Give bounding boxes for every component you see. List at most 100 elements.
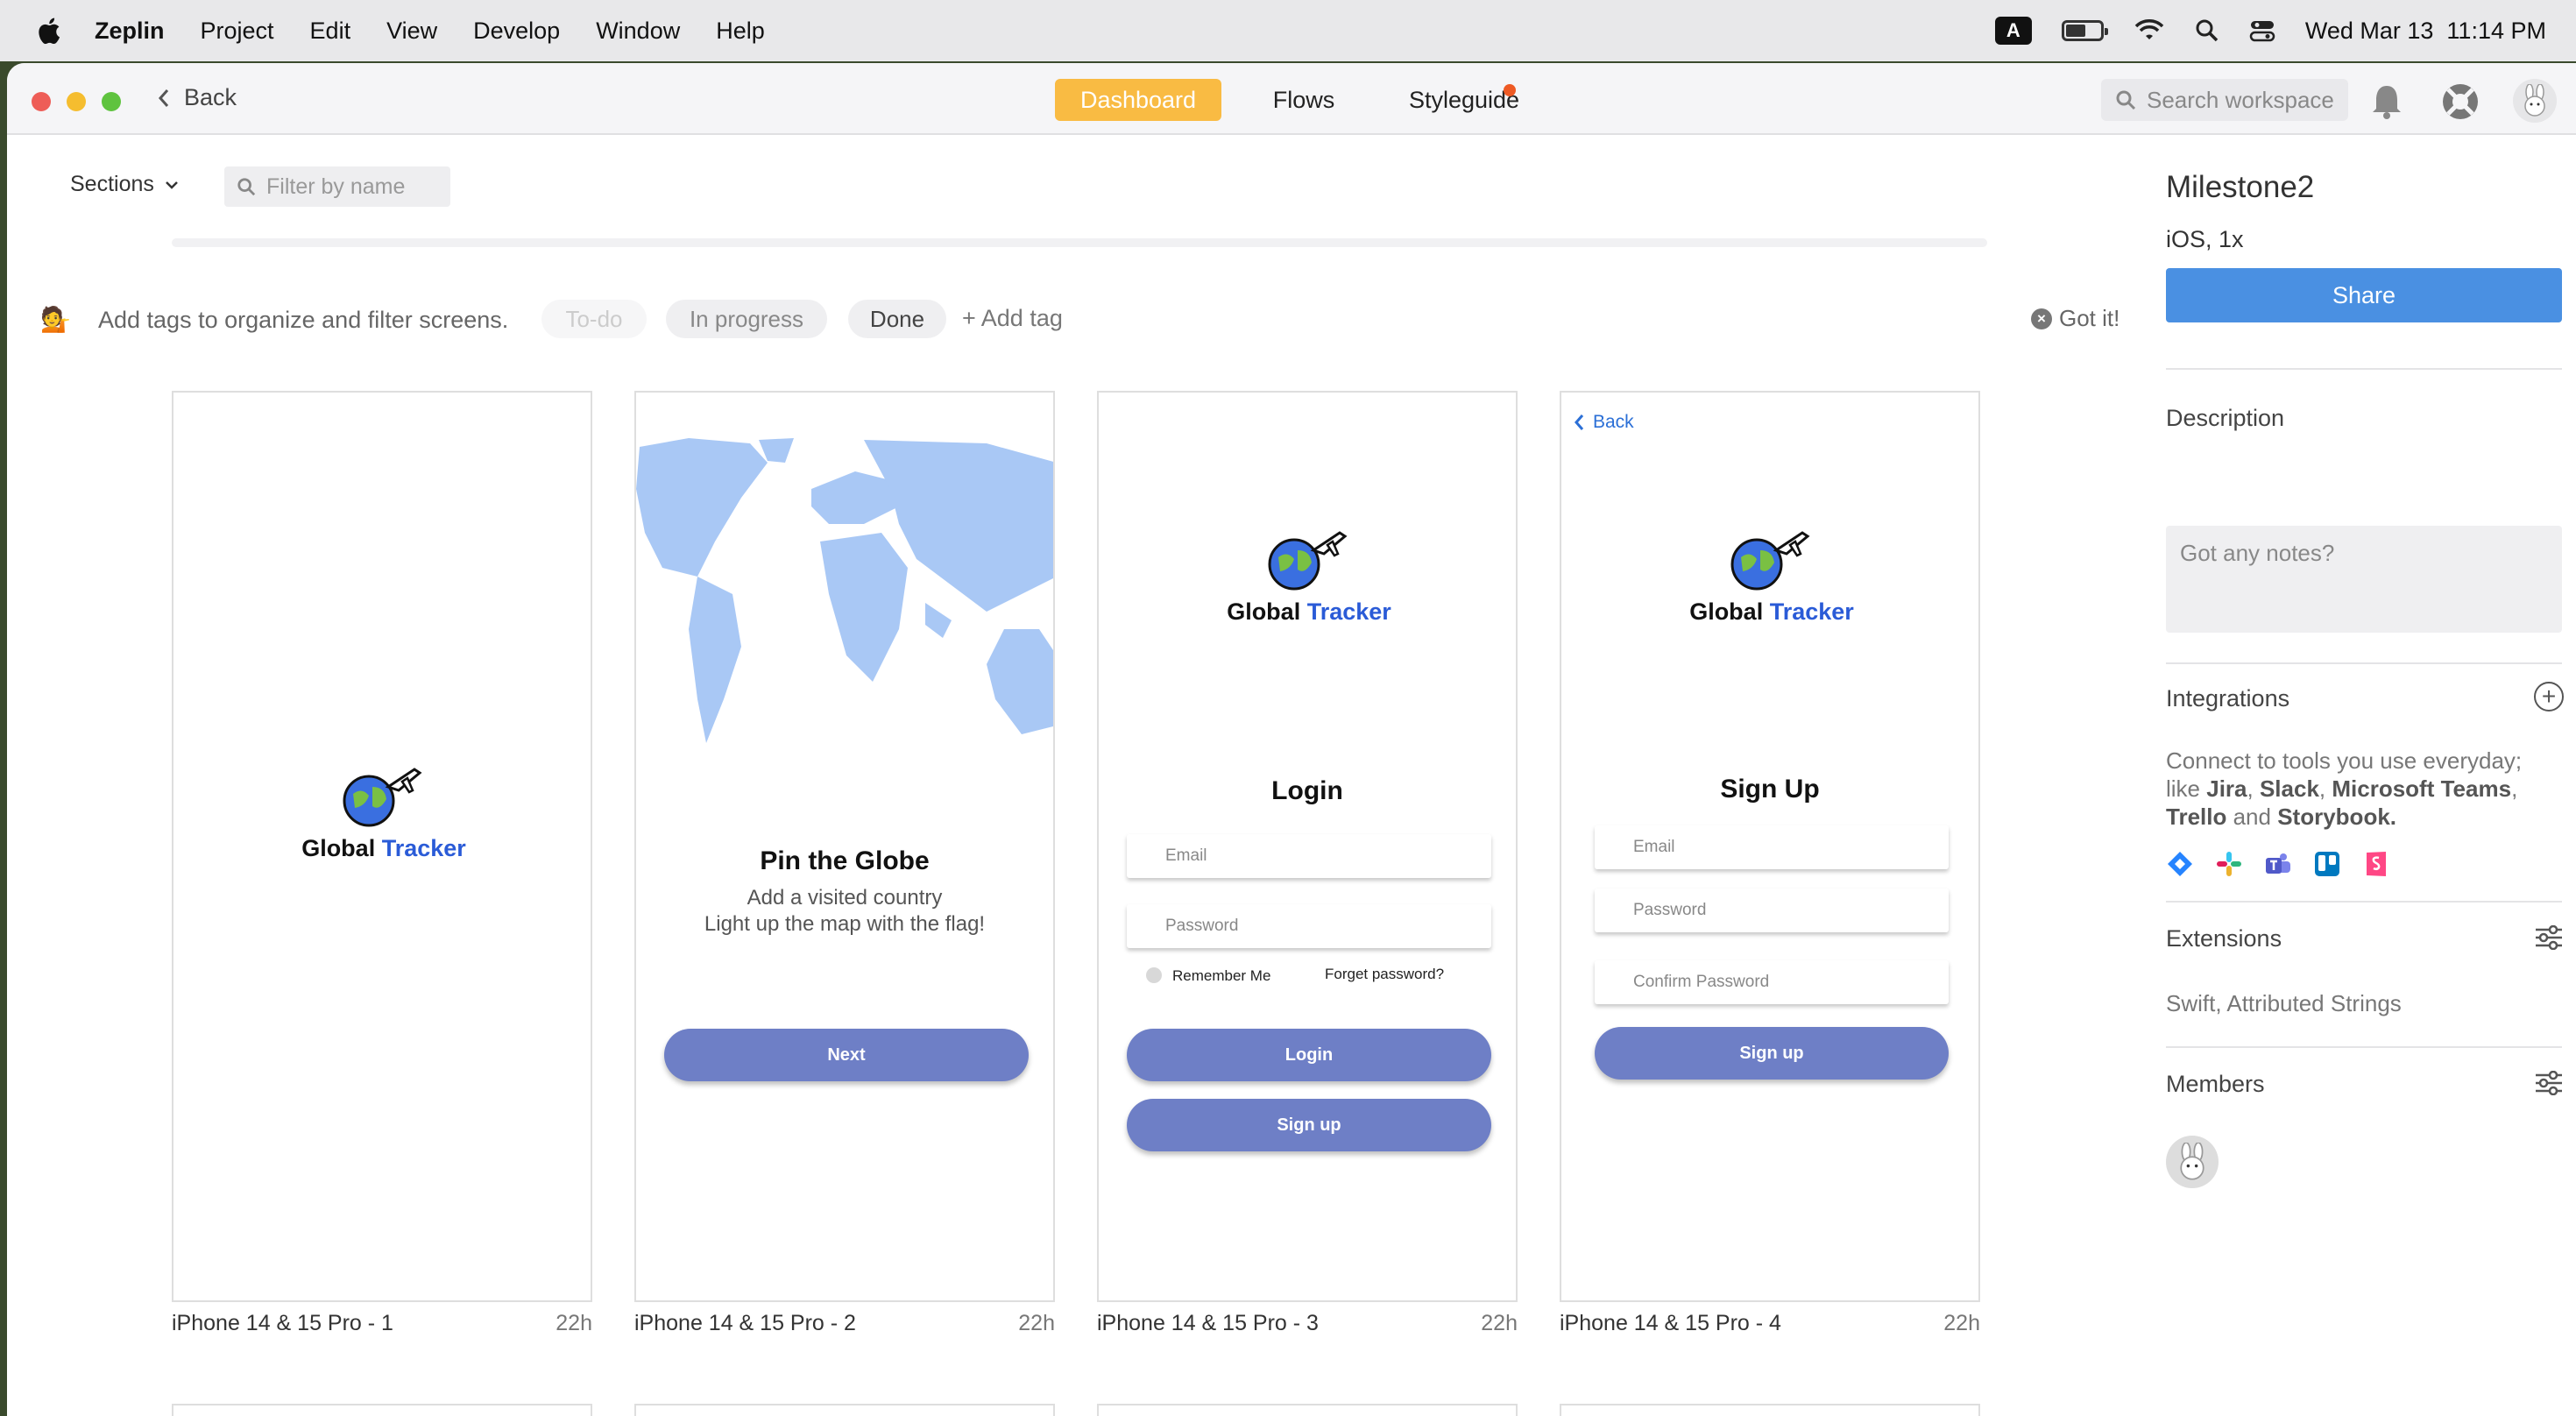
- login-title: Login: [1271, 776, 1343, 805]
- integrations-line-1: Connect to tools you use everyday;: [2166, 747, 2523, 774]
- menubar-datetime[interactable]: Wed Mar 13 11:14 PM: [2305, 18, 2546, 45]
- menu-develop[interactable]: Develop: [473, 18, 560, 45]
- filter-placeholder: Filter by name: [266, 173, 406, 199]
- tab-styleguide[interactable]: Styleguide: [1390, 79, 1539, 121]
- signup-back-label: Back: [1593, 412, 1634, 432]
- jira-icon[interactable]: [2166, 850, 2194, 878]
- tag-in-progress[interactable]: In progress: [666, 300, 827, 338]
- logo-word-tracker: Tracker: [381, 835, 466, 861]
- apple-icon[interactable]: [35, 16, 61, 46]
- slack-icon[interactable]: [2215, 850, 2243, 878]
- menu-app-name[interactable]: Zeplin: [95, 18, 165, 45]
- logo-wordmark: Global Tracker: [1221, 598, 1397, 626]
- email-field[interactable]: Email: [1595, 825, 1949, 869]
- tab-dashboard[interactable]: Dashboard: [1055, 79, 1221, 121]
- got-it-label: Got it!: [2059, 305, 2120, 331]
- members-settings-icon[interactable]: [2534, 1071, 2564, 1095]
- screen-thumbnail-5[interactable]: [172, 1404, 592, 1416]
- search-workspace-input[interactable]: Search workspace: [2101, 79, 2348, 121]
- signup-button[interactable]: Sign up: [1595, 1027, 1949, 1080]
- signup-button[interactable]: Sign up: [1127, 1099, 1491, 1151]
- project-platform: iOS, 1x: [2166, 226, 2244, 252]
- screen-thumbnail-8[interactable]: [1560, 1404, 1980, 1416]
- microsoft-teams-icon[interactable]: [2264, 850, 2292, 878]
- help-lifebuoy-icon[interactable]: [2439, 81, 2481, 123]
- panel-divider: [2166, 662, 2562, 664]
- keyboard-input-icon[interactable]: A: [1994, 17, 2032, 45]
- bunny-avatar-icon: [2180, 1143, 2204, 1180]
- forgot-password-link[interactable]: Forget password?: [1325, 966, 1444, 983]
- login-button[interactable]: Login: [1127, 1029, 1491, 1081]
- menu-help[interactable]: Help: [716, 18, 765, 45]
- logo-word-global: Global: [301, 835, 376, 861]
- screen-thumbnail-3[interactable]: Global Tracker Login Email Password Reme…: [1097, 391, 1518, 1302]
- screen-name[interactable]: iPhone 14 & 15 Pro - 2: [634, 1311, 856, 1335]
- extensions-value: Swift, Attributed Strings: [2166, 990, 2402, 1016]
- notifications-bell-icon[interactable]: [2366, 81, 2408, 123]
- zeplin-window: Back Dashboard Flows Styleguide Search w…: [7, 63, 2576, 1416]
- onboarding-title: Pin the Globe: [760, 846, 930, 875]
- screen-meta-1: iPhone 14 & 15 Pro - 1 22h: [172, 1311, 592, 1336]
- onboarding-line-2: Light up the map with the flag!: [704, 912, 986, 936]
- user-avatar[interactable]: [2513, 79, 2557, 123]
- integration-jira-name: Jira: [2206, 775, 2247, 802]
- member-avatar[interactable]: [2166, 1136, 2219, 1188]
- menu-view[interactable]: View: [386, 18, 437, 45]
- close-window-button[interactable]: [32, 92, 51, 111]
- control-center-icon[interactable]: [2249, 18, 2275, 44]
- global-tracker-logo: Global Tracker: [296, 761, 471, 862]
- extensions-settings-icon[interactable]: [2534, 925, 2564, 950]
- macos-menubar: Zeplin Project Edit View Develop Window …: [0, 0, 2576, 61]
- storybook-icon[interactable]: [2362, 850, 2390, 878]
- spotlight-search-icon[interactable]: [2195, 18, 2219, 43]
- screen-thumbnail-6[interactable]: [634, 1404, 1055, 1416]
- close-circle-icon: ×: [2031, 308, 2052, 329]
- password-field[interactable]: Password: [1595, 889, 1949, 932]
- screen-time: 22h: [1481, 1311, 1518, 1335]
- confirm-password-field[interactable]: Confirm Password: [1595, 960, 1949, 1004]
- sections-dropdown[interactable]: Sections: [70, 172, 179, 197]
- add-integration-icon[interactable]: +: [2534, 682, 2564, 712]
- notes-textarea[interactable]: Got any notes?: [2166, 526, 2562, 633]
- wifi-icon[interactable]: [2134, 18, 2165, 43]
- integration-slack-name: Slack: [2259, 775, 2319, 802]
- menu-window[interactable]: Window: [596, 18, 680, 45]
- minimize-window-button[interactable]: [67, 92, 86, 111]
- screen-thumbnail-1[interactable]: Global Tracker: [172, 391, 592, 1302]
- tag-todo[interactable]: To-do: [541, 300, 647, 338]
- logo-word-tracker: Tracker: [1769, 598, 1854, 625]
- next-button[interactable]: Next: [664, 1029, 1029, 1081]
- section-divider: [172, 238, 1987, 247]
- project-title: Milestone2: [2166, 170, 2315, 204]
- trello-icon[interactable]: [2313, 850, 2341, 878]
- add-tag-button[interactable]: + Add tag: [962, 305, 1063, 332]
- zoom-window-button[interactable]: [102, 92, 121, 111]
- screen-name[interactable]: iPhone 14 & 15 Pro - 1: [172, 1311, 393, 1335]
- share-button[interactable]: Share: [2166, 268, 2562, 322]
- email-field[interactable]: Email: [1127, 834, 1491, 878]
- remember-me-radio[interactable]: [1146, 967, 1162, 983]
- back-button[interactable]: Back: [158, 84, 237, 111]
- filter-by-name-input[interactable]: Filter by name: [224, 166, 450, 207]
- got-it-button[interactable]: × Got it!: [2031, 305, 2120, 332]
- tags-hint-bar: 💁 Add tags to organize and filter screen…: [40, 298, 2138, 340]
- logo-word-tracker: Tracker: [1306, 598, 1391, 625]
- menu-edit[interactable]: Edit: [310, 18, 351, 45]
- signup-back-link[interactable]: Back: [1574, 412, 1634, 433]
- battery-icon[interactable]: [2061, 20, 2108, 41]
- tag-done[interactable]: Done: [848, 300, 946, 338]
- chevron-left-icon: [1575, 414, 1584, 430]
- password-field[interactable]: Password: [1127, 904, 1491, 948]
- screen-name[interactable]: iPhone 14 & 15 Pro - 3: [1097, 1311, 1319, 1335]
- tab-flows[interactable]: Flows: [1251, 79, 1356, 121]
- screen-name[interactable]: iPhone 14 & 15 Pro - 4: [1560, 1311, 1781, 1335]
- integrations-like: like: [2166, 775, 2201, 802]
- screen-thumbnail-2[interactable]: Pin the Globe Add a visited country Ligh…: [634, 391, 1055, 1302]
- menu-project[interactable]: Project: [201, 18, 274, 45]
- search-icon: [2116, 90, 2136, 110]
- screen-thumbnail-4[interactable]: Back Global Tracker Sign Up Email Passwo…: [1560, 391, 1980, 1302]
- screen-thumbnail-7[interactable]: [1097, 1404, 1518, 1416]
- screen-meta-3: iPhone 14 & 15 Pro - 3 22h: [1097, 1311, 1518, 1336]
- screen-time: 22h: [1943, 1311, 1980, 1335]
- globe-plane-icon: [1268, 531, 1348, 591]
